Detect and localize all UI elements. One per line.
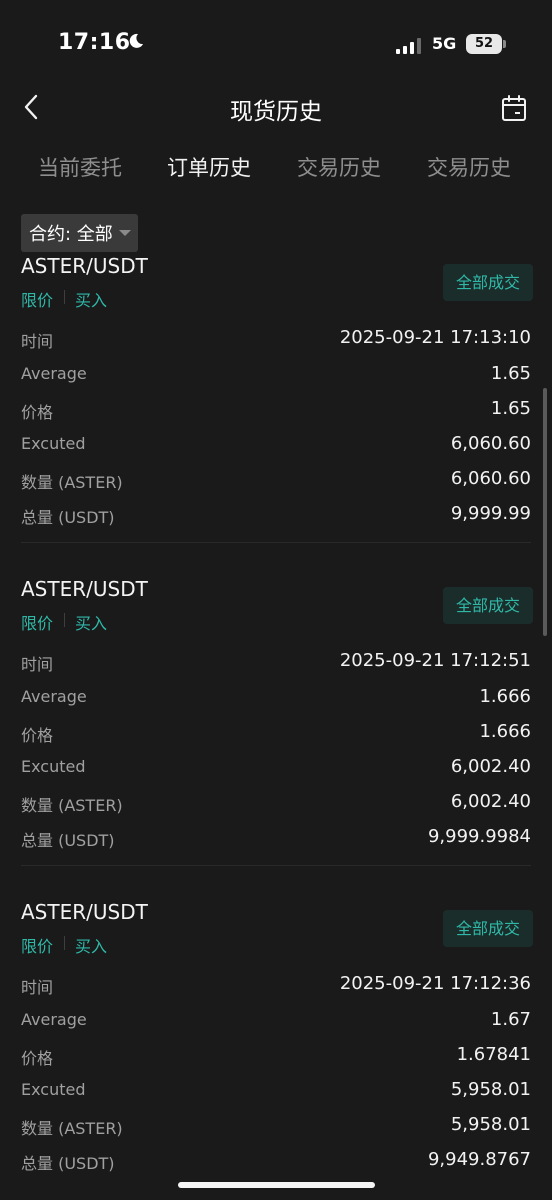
detail-row-total: 总量 (USDT) 9,999.9984 xyxy=(21,826,531,850)
row-label: 时间 xyxy=(21,655,54,674)
moon-icon xyxy=(129,33,143,48)
calendar-button[interactable] xyxy=(498,92,530,124)
order-type-tag: 限价 xyxy=(21,614,54,633)
detail-row-total: 总量 (USDT) 9,949.8767 xyxy=(21,1149,531,1173)
order-pair: ASTER/USDT xyxy=(21,577,148,601)
row-label: 总量 (USDT) xyxy=(21,831,115,850)
contract-filter-dropdown[interactable]: 合约: 全部 xyxy=(21,214,138,252)
detail-row-executed: Excuted 6,060.60 xyxy=(21,433,531,457)
order-side-tag: 买入 xyxy=(75,291,108,310)
order-pair: ASTER/USDT xyxy=(21,900,148,924)
card-divider xyxy=(21,865,531,866)
status-badge: 全部成交 xyxy=(443,910,533,947)
row-value: 6,060.60 xyxy=(450,468,531,489)
row-value: 1.666 xyxy=(479,721,531,742)
row-label: 数量 (ASTER) xyxy=(21,473,123,492)
status-bar: 17:16 5G 52 xyxy=(0,0,552,90)
row-value: 6,060.60 xyxy=(450,433,531,454)
row-label: Excuted xyxy=(21,757,86,776)
row-label: 数量 (ASTER) xyxy=(21,1119,123,1138)
tab-bar: 当前委托 订单历史 交易历史 交易历史 xyxy=(0,152,552,186)
row-value: 2025-09-21 17:13:10 xyxy=(339,327,531,348)
row-value: 9,999.9984 xyxy=(427,826,531,847)
row-label: 时间 xyxy=(21,978,54,997)
order-pair: ASTER/USDT xyxy=(21,254,148,278)
row-label: 价格 xyxy=(21,403,54,422)
battery-icon: 52 xyxy=(466,34,502,54)
row-value: 1.67 xyxy=(490,1009,531,1030)
order-type-tag: 限价 xyxy=(21,291,54,310)
order-card[interactable]: ASTER/USDT 限价 买入 全部成交 时间 2025-09-21 17:1… xyxy=(0,254,552,564)
screen: 17:16 5G 52 现货历史 当前委托 订单历史 交易历史 交易历史 合约:… xyxy=(0,0,552,1200)
detail-row-executed: Excuted 6,002.40 xyxy=(21,756,531,780)
detail-row-price: 价格 1.65 xyxy=(21,398,531,422)
detail-row-time: 时间 2025-09-21 17:13:10 xyxy=(21,327,531,351)
detail-row-average: Average 1.67 xyxy=(21,1009,531,1033)
row-label: 总量 (USDT) xyxy=(21,508,115,527)
tab-order-history[interactable]: 订单历史 xyxy=(167,152,251,182)
order-card[interactable]: ASTER/USDT 限价 买入 全部成交 时间 2025-09-21 17:1… xyxy=(0,577,552,887)
row-value: 9,949.8767 xyxy=(427,1149,531,1170)
tag-divider xyxy=(64,290,65,304)
row-value: 6,002.40 xyxy=(450,756,531,777)
network-type: 5G xyxy=(432,34,457,53)
detail-row-quantity: 数量 (ASTER) 6,060.60 xyxy=(21,468,531,492)
order-card[interactable]: ASTER/USDT 限价 买入 全部成交 时间 2025-09-21 17:1… xyxy=(0,900,552,1200)
row-label: 价格 xyxy=(21,726,54,745)
cellular-signal-icon xyxy=(396,38,421,54)
detail-row-quantity: 数量 (ASTER) 6,002.40 xyxy=(21,791,531,815)
battery-tip xyxy=(503,40,506,48)
tag-divider xyxy=(64,936,65,950)
row-label: 数量 (ASTER) xyxy=(21,796,123,815)
calendar-icon xyxy=(502,95,526,121)
row-value: 1.65 xyxy=(490,363,531,384)
detail-row-price: 价格 1.67841 xyxy=(21,1044,531,1068)
detail-row-quantity: 数量 (ASTER) 5,958.01 xyxy=(21,1114,531,1138)
row-label: 总量 (USDT) xyxy=(21,1154,115,1173)
tab-current-orders[interactable]: 当前委托 xyxy=(38,152,122,182)
detail-row-time: 时间 2025-09-21 17:12:36 xyxy=(21,973,531,997)
row-value: 6,002.40 xyxy=(450,791,531,812)
row-label: Excuted xyxy=(21,1080,86,1099)
row-value: 1.666 xyxy=(479,686,531,707)
row-label: Average xyxy=(21,364,87,383)
caret-down-icon xyxy=(118,230,131,236)
row-value: 2025-09-21 17:12:51 xyxy=(339,650,531,671)
row-value: 1.65 xyxy=(490,398,531,419)
order-side-tag: 买入 xyxy=(75,937,108,956)
detail-row-total: 总量 (USDT) 9,999.99 xyxy=(21,503,531,527)
tag-divider xyxy=(64,613,65,627)
tab-trade-history[interactable]: 交易历史 xyxy=(297,152,381,182)
status-badge: 全部成交 xyxy=(443,264,533,301)
filter-label: 合约: 全部 xyxy=(29,224,113,245)
detail-row-average: Average 1.666 xyxy=(21,686,531,710)
row-label: Excuted xyxy=(21,434,86,453)
status-time: 17:16 xyxy=(58,30,131,55)
row-value: 5,958.01 xyxy=(450,1114,531,1135)
row-label: Average xyxy=(21,687,87,706)
detail-row-executed: Excuted 5,958.01 xyxy=(21,1079,531,1103)
row-value: 2025-09-21 17:12:36 xyxy=(339,973,531,994)
status-badge: 全部成交 xyxy=(443,587,533,624)
order-type-tag: 限价 xyxy=(21,937,54,956)
detail-row-price: 价格 1.666 xyxy=(21,721,531,745)
row-value: 1.67841 xyxy=(456,1044,531,1065)
row-label: Average xyxy=(21,1010,87,1029)
row-value: 9,999.99 xyxy=(450,503,531,524)
detail-row-average: Average 1.65 xyxy=(21,363,531,387)
home-indicator[interactable] xyxy=(178,1182,375,1188)
row-value: 5,958.01 xyxy=(450,1079,531,1100)
row-label: 时间 xyxy=(21,332,54,351)
order-side-tag: 买入 xyxy=(75,614,108,633)
row-label: 价格 xyxy=(21,1049,54,1068)
detail-row-time: 时间 2025-09-21 17:12:51 xyxy=(21,650,531,674)
page-title: 现货历史 xyxy=(230,99,322,125)
card-divider xyxy=(21,542,531,543)
tab-trade-history-2[interactable]: 交易历史 xyxy=(427,152,511,182)
